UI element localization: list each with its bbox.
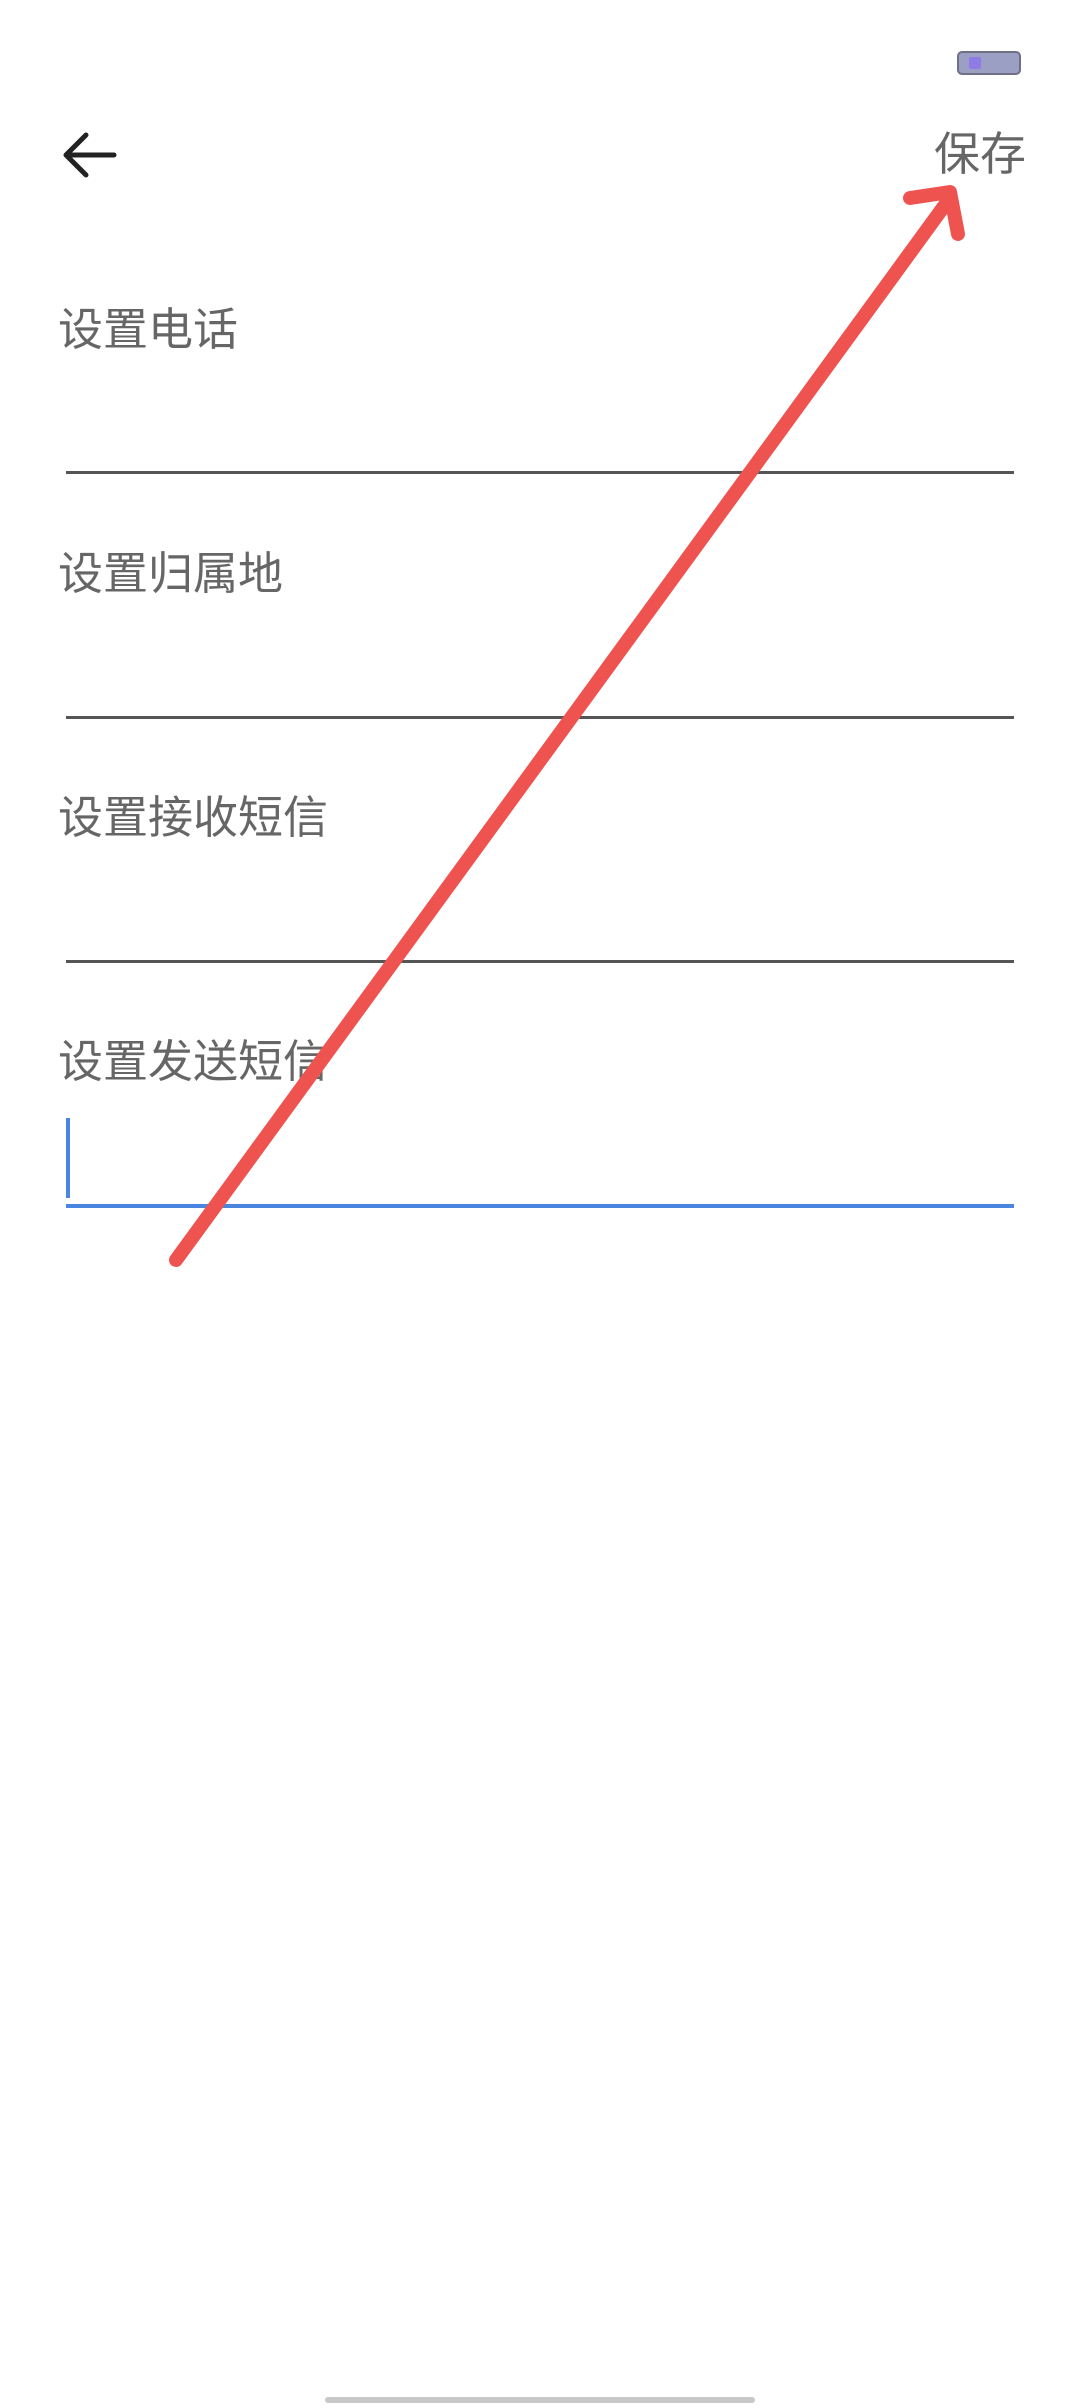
location-input[interactable] bbox=[66, 624, 1014, 694]
back-arrow-icon[interactable] bbox=[50, 120, 130, 190]
field-location-label: 设置归属地 bbox=[58, 547, 284, 600]
field-phone: 设置电话 bbox=[0, 300, 1080, 480]
battery-icon bbox=[957, 51, 1021, 75]
receive-sms-input[interactable] bbox=[66, 868, 1014, 938]
receive-sms-underline bbox=[66, 960, 1014, 963]
field-receive-sms: 设置接收短信 bbox=[0, 788, 1080, 968]
send-sms-underline bbox=[66, 1204, 1014, 1208]
text-cursor bbox=[66, 1118, 70, 1198]
field-send-sms-label: 设置发送短信 bbox=[58, 1035, 329, 1088]
send-sms-input[interactable] bbox=[76, 1118, 1014, 1188]
phone-underline bbox=[66, 471, 1014, 474]
field-phone-label: 设置电话 bbox=[58, 303, 239, 356]
battery-level bbox=[969, 57, 981, 69]
field-receive-sms-label: 设置接收短信 bbox=[58, 791, 329, 844]
app-header: 保存 bbox=[0, 100, 1080, 210]
field-location: 设置归属地 bbox=[0, 544, 1080, 724]
save-button[interactable]: 保存 bbox=[934, 124, 1026, 184]
home-indicator[interactable] bbox=[325, 2397, 755, 2403]
location-underline bbox=[66, 716, 1014, 719]
field-send-sms: 设置发送短信 bbox=[0, 1032, 1080, 1212]
phone-input[interactable] bbox=[66, 380, 1014, 450]
